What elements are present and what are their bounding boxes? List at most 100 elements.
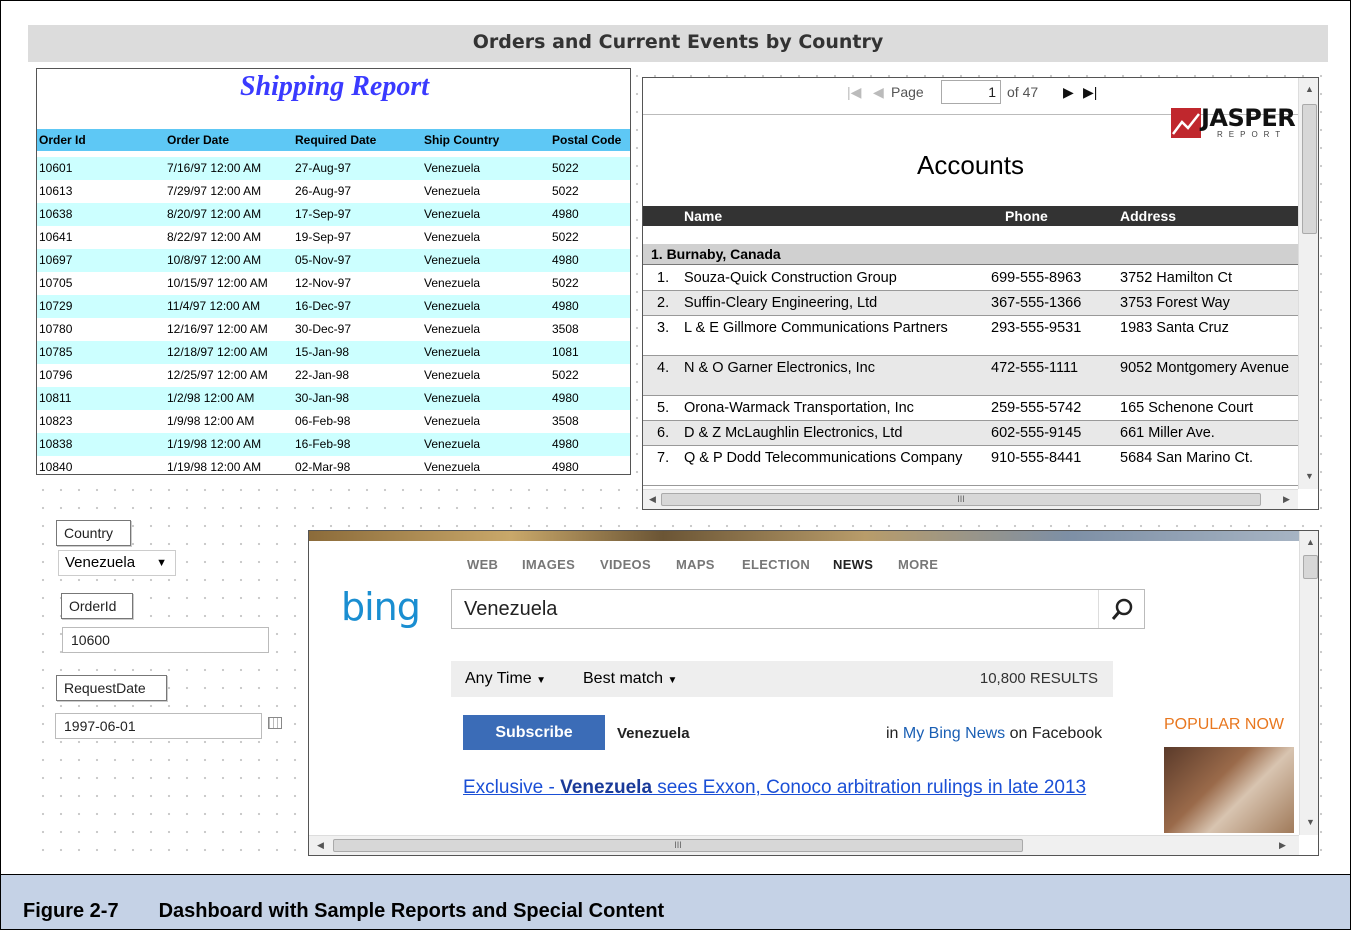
cell-required-date: 16-Dec-97 (295, 299, 352, 313)
bing-search-input[interactable]: Venezuela (464, 598, 557, 621)
time-filter-label: Any Time (465, 670, 532, 687)
cell-postal-code: 5022 (552, 230, 579, 244)
next-page-icon[interactable]: ▶ (1063, 84, 1074, 101)
cell-ship-country: Venezuela (424, 276, 481, 290)
account-name: Suffin-Cleary Engineering, Ltd (684, 295, 878, 311)
cell-ship-country: Venezuela (424, 161, 481, 175)
cell-required-date: 30-Dec-97 (295, 322, 352, 336)
account-phone: 472-555-1111 (991, 360, 1079, 376)
page-number-input[interactable] (941, 80, 1001, 104)
row-number: 5. (657, 400, 670, 416)
account-phone: 602-555-9145 (991, 425, 1082, 441)
cell-order-date: 7/16/97 12:00 AM (167, 161, 262, 175)
account-address: 3752 Hamilton Ct (1120, 270, 1233, 286)
row-number: 2. (657, 295, 670, 311)
cell-ship-country: Venezuela (424, 368, 481, 382)
cell-order-id: 10705 (39, 276, 73, 290)
cell-postal-code: 5022 (552, 184, 579, 198)
figure-title: Dashboard with Sample Reports and Specia… (158, 900, 665, 922)
scroll-left-icon[interactable]: ◀ (649, 494, 656, 505)
requestdate-input[interactable]: 1997-06-01 (55, 713, 262, 739)
scroll-down-icon[interactable]: ▼ (1306, 817, 1315, 827)
cell-order-id: 10780 (39, 322, 73, 336)
cell-required-date: 26-Aug-97 (295, 184, 352, 198)
chevron-down-icon: ▼ (536, 675, 547, 686)
news-headline-link[interactable]: Exclusive - Venezuela sees Exxon, Conoco… (463, 775, 1113, 800)
popular-now-heading: POPULAR NOW (1164, 716, 1285, 733)
calendar-icon[interactable] (268, 717, 282, 729)
scroll-thumb-h[interactable]: III (661, 493, 1261, 506)
cell-order-id: 10785 (39, 345, 73, 359)
subscribe-button[interactable]: Subscribe (463, 715, 605, 750)
figure-number: Figure 2-7 (23, 900, 119, 922)
col-order-date: Order Date (167, 133, 230, 147)
cell-postal-code: 4980 (552, 207, 579, 221)
last-page-icon[interactable]: ▶| (1083, 84, 1097, 101)
scroll-thumb[interactable] (1302, 104, 1317, 234)
cell-required-date: 06-Feb-98 (295, 414, 351, 428)
scroll-down-icon[interactable]: ▼ (1305, 471, 1314, 481)
cell-order-date: 12/16/97 12:00 AM (167, 322, 268, 336)
scroll-thumb-h[interactable]: III (333, 839, 1023, 852)
time-filter[interactable]: Any Time ▼ (465, 670, 546, 688)
shipping-report-frame: Shipping Report Order Id Order Date Requ… (36, 68, 631, 475)
cell-required-date: 22-Jan-98 (295, 368, 350, 382)
bing-hscrollbar[interactable]: ◀ III ▶ (309, 835, 1299, 855)
nav-maps[interactable]: MAPS (676, 557, 715, 572)
table-row: 10613 7/29/97 12:00 AM 26-Aug-97 Venezuela 5… (37, 180, 630, 203)
table-row: 2. Suffin-Cleary Engineering, Ltd 367-555-… (643, 291, 1298, 316)
cell-order-id: 10796 (39, 368, 73, 382)
orderid-label: OrderId (61, 593, 133, 619)
scroll-right-icon[interactable]: ▶ (1283, 494, 1290, 505)
country-select[interactable]: Venezuela ▼ (58, 550, 176, 576)
orderid-input[interactable]: 10600 (62, 627, 269, 653)
table-row: 10840 1/19/98 12:00 AM 02-Mar-98 Venezuela 4… (37, 456, 630, 474)
accounts-hscrollbar[interactable]: ◀ III ▶ (643, 489, 1298, 509)
account-name: Souza-Quick Construction Group (684, 270, 897, 286)
cell-required-date: 30-Jan-98 (295, 391, 350, 405)
account-name: L & E Gillmore Communications Partners (684, 320, 948, 336)
cell-postal-code: 4980 (552, 460, 579, 474)
nav-news[interactable]: NEWS (833, 557, 873, 572)
accounts-vscrollbar[interactable]: ▲ ▼ (1298, 78, 1318, 489)
cell-required-date: 16-Feb-98 (295, 437, 351, 451)
bing-vscrollbar[interactable]: ▲ ▼ (1299, 531, 1318, 835)
table-row: 10638 8/20/97 12:00 AM 17-Sep-97 Venezuela 4… (37, 203, 630, 226)
nav-election[interactable]: ELECTION (742, 557, 810, 572)
bing-banner (309, 531, 1318, 541)
col-phone: Phone (1005, 208, 1048, 224)
my-bing-news-link[interactable]: My Bing News (903, 725, 1005, 742)
cell-postal-code: 1081 (552, 345, 579, 359)
scroll-left-icon[interactable]: ◀ (317, 840, 324, 851)
accounts-header: Name Phone Address (643, 206, 1298, 226)
bing-logo[interactable]: bing (341, 585, 421, 629)
scroll-up-icon[interactable]: ▲ (1305, 84, 1314, 94)
search-button[interactable] (1098, 590, 1144, 628)
cell-order-id: 10697 (39, 253, 73, 267)
scroll-thumb[interactable] (1303, 555, 1318, 579)
chevron-down-icon: ▼ (667, 675, 678, 686)
jasper-logo-icon (1171, 108, 1201, 138)
nav-videos[interactable]: VIDEOS (600, 557, 651, 572)
sort-filter[interactable]: Best match ▼ (583, 670, 677, 688)
nav-images[interactable]: IMAGES (522, 557, 575, 572)
results-count: 10,800 RESULTS (979, 670, 1098, 687)
first-page-icon[interactable]: |◀ (847, 84, 861, 101)
account-name: Orona-Warmack Transportation, Inc (684, 400, 914, 416)
prev-page-icon[interactable]: ◀ (873, 84, 884, 101)
scroll-up-icon[interactable]: ▲ (1306, 537, 1315, 547)
bing-frame: WEB IMAGES VIDEOS MAPS ELECTION NEWS MOR… (308, 530, 1319, 856)
cell-required-date: 05-Nov-97 (295, 253, 352, 267)
cell-order-date: 8/22/97 12:00 AM (167, 230, 262, 244)
scroll-right-icon[interactable]: ▶ (1279, 840, 1286, 851)
bing-search-box[interactable]: Venezuela (451, 589, 1145, 629)
row-number: 1. (657, 270, 670, 286)
popular-now-image[interactable] (1164, 747, 1294, 833)
cell-order-date: 1/2/98 12:00 AM (167, 391, 255, 405)
country-label: Country (56, 520, 131, 546)
cell-order-date: 7/29/97 12:00 AM (167, 184, 262, 198)
nav-web[interactable]: WEB (467, 557, 498, 572)
nav-more[interactable]: MORE (898, 557, 938, 572)
table-row: 10697 10/8/97 12:00 AM 05-Nov-97 Venezuela 4… (37, 249, 630, 272)
table-row: 10641 8/22/97 12:00 AM 19-Sep-97 Venezuela 5… (37, 226, 630, 249)
